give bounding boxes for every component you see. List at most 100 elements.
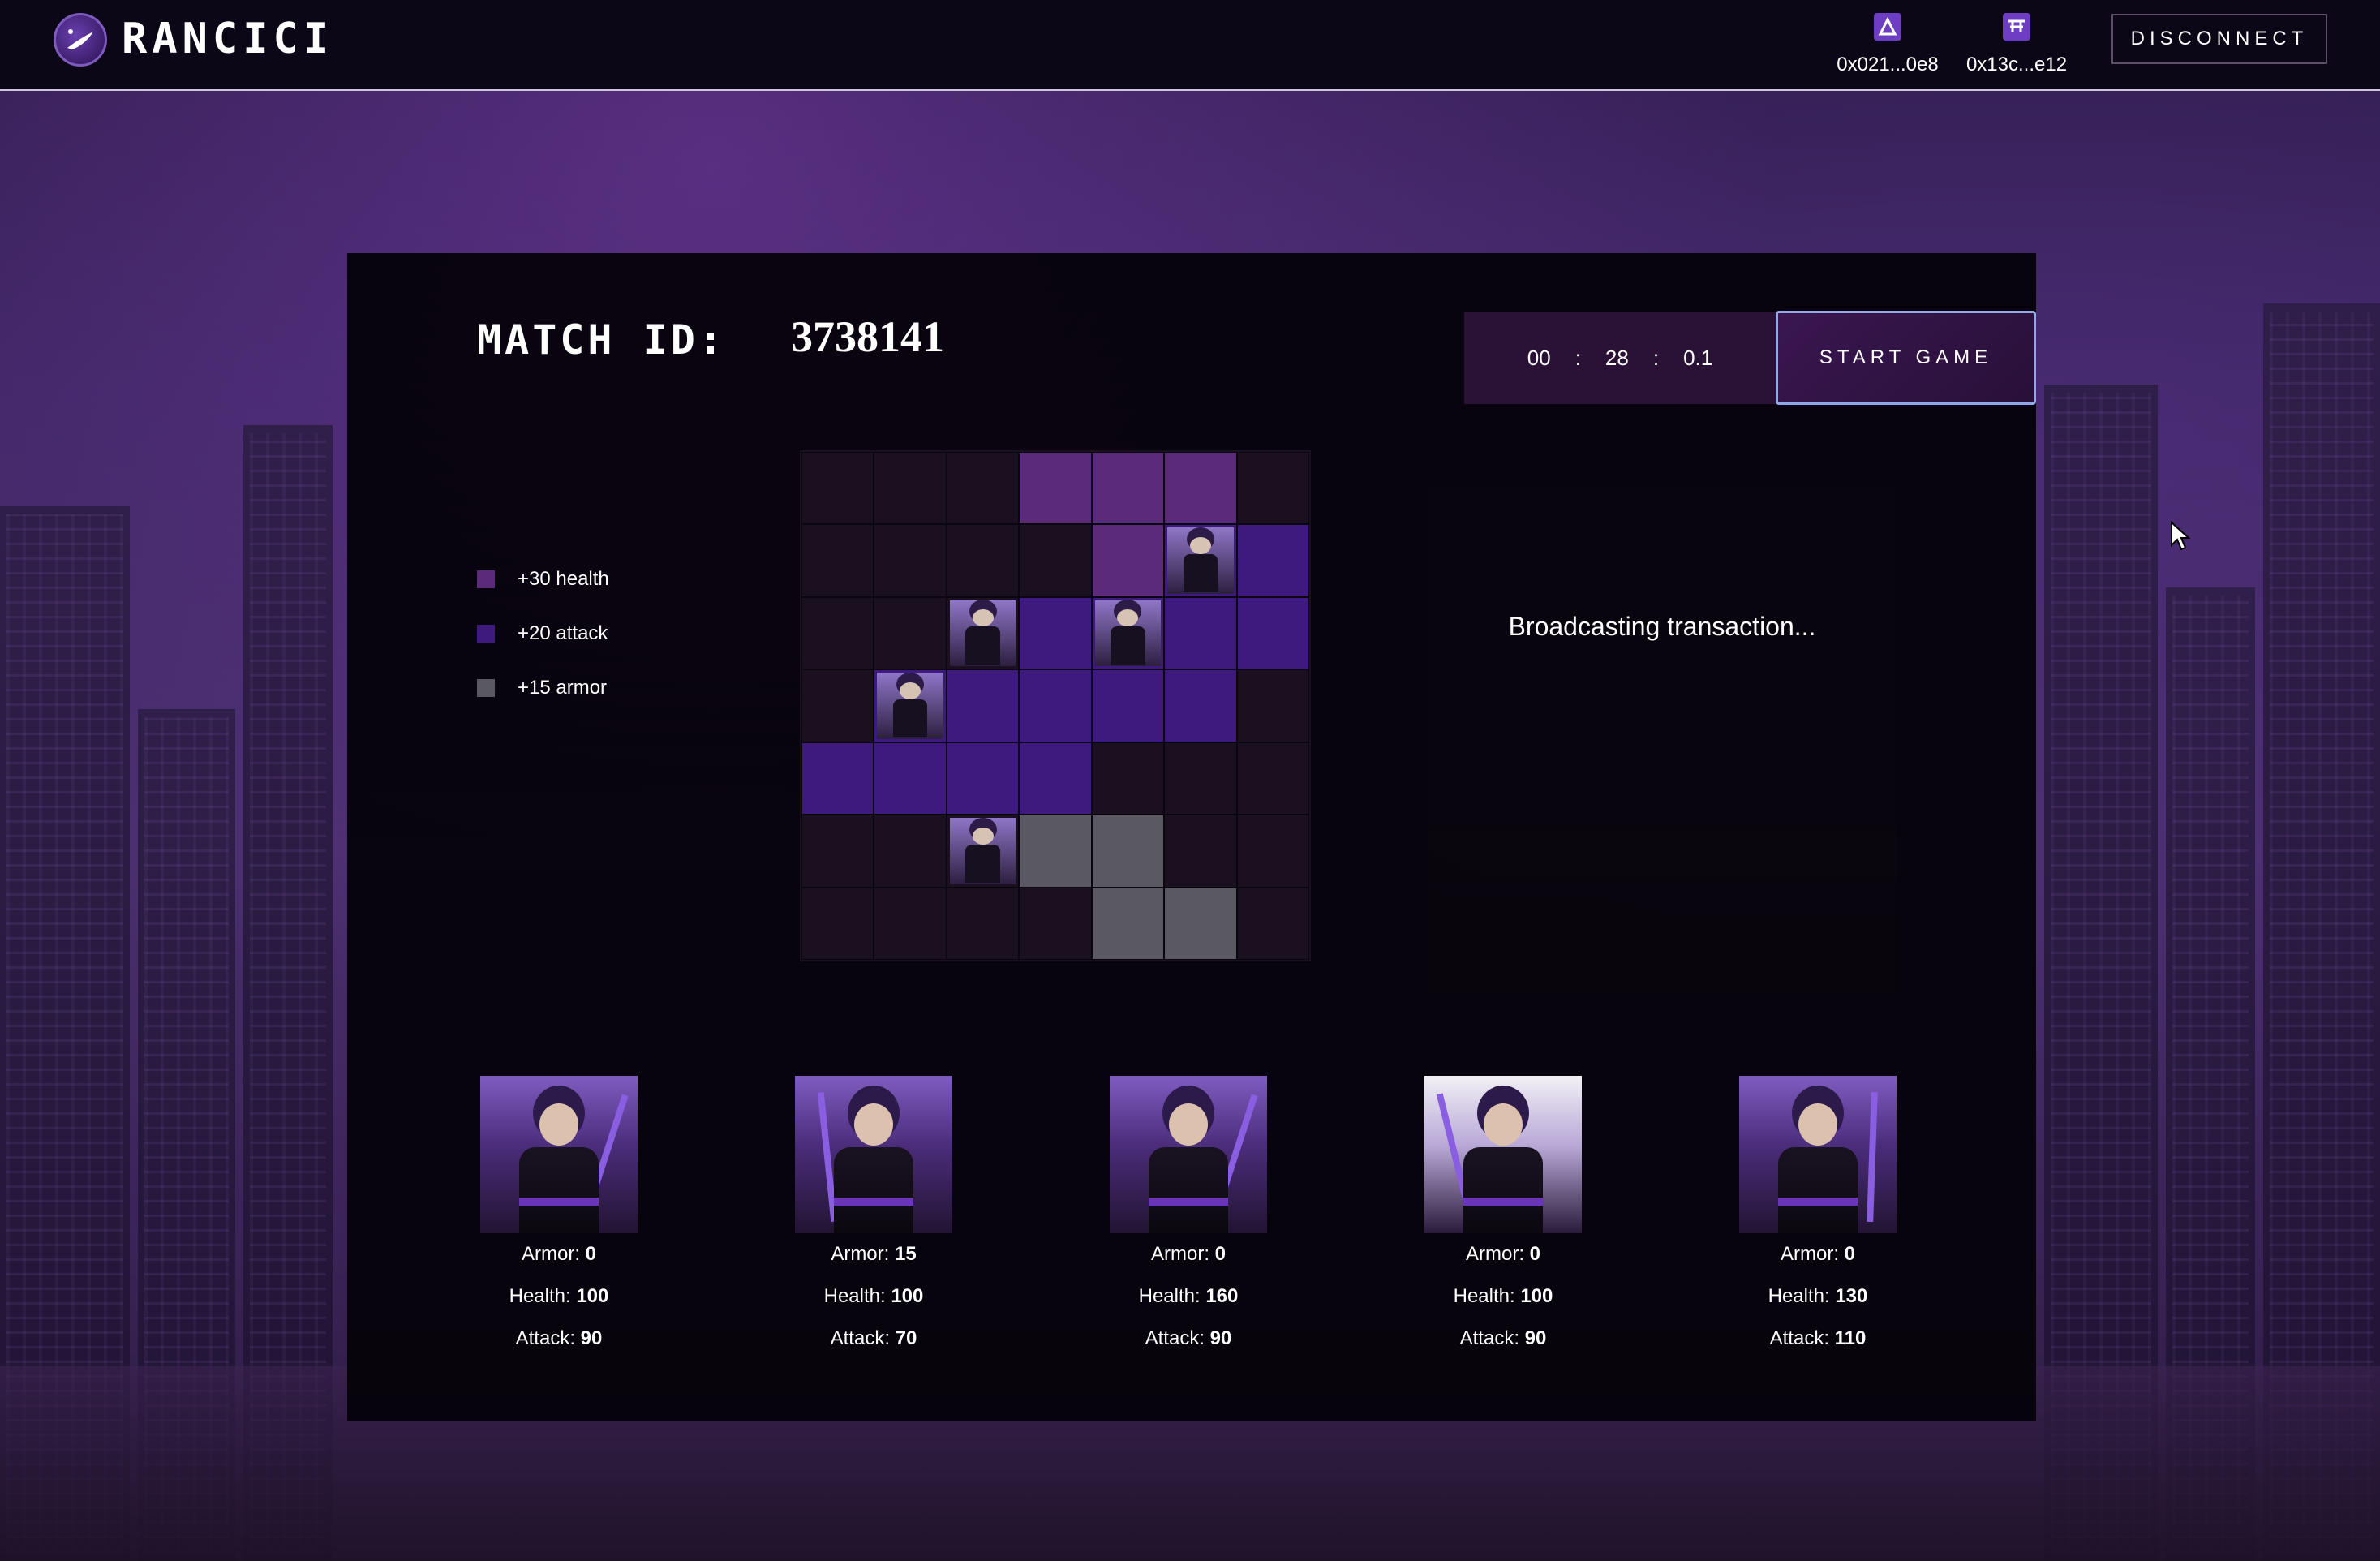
attack-stat: Attack: 110 [1769,1327,1867,1349]
disconnect-button[interactable]: DISCONNECT [2111,14,2327,64]
wallet-address: 0x021...0e8 [1837,54,1939,75]
character-card[interactable]: Armor: 15 Health: 100 Attack: 70 [795,1076,952,1360]
attack-stat: Attack: 70 [830,1327,917,1349]
board-cell-attack[interactable] [1019,596,1092,670]
character-card[interactable]: Armor: 0 Health: 130 Attack: 110 [1739,1076,1897,1360]
board-cell-empty[interactable] [1091,742,1165,815]
board-cell-empty[interactable] [874,815,947,888]
board-cell-armor[interactable] [1164,887,1237,960]
health-swatch [477,570,495,588]
board-cell-attack[interactable] [1091,596,1165,670]
board-cell-empty[interactable] [1236,669,1309,742]
board-cell-empty[interactable] [1019,524,1092,597]
character-card[interactable]: Armor: 0 Health: 160 Attack: 90 [1110,1076,1267,1360]
board-cell-armor[interactable] [1091,887,1165,960]
board-cell-empty[interactable] [801,524,874,597]
board-cell-attack[interactable] [1164,524,1237,597]
character-card[interactable]: Armor: 0 Health: 100 Attack: 90 [1424,1076,1582,1360]
board-cell-empty[interactable] [874,452,947,525]
board-cell-empty[interactable] [1164,742,1237,815]
transaction-status: Broadcasting transaction... [1508,612,1816,641]
app-name[interactable]: RANCICI [122,15,333,63]
timer-minutes: 28 [1605,345,1629,370]
health-stat: Health: 130 [1768,1285,1868,1307]
board-cell-empty[interactable] [946,596,1020,670]
board-cell-attack[interactable] [1019,742,1092,815]
top-bar: RANCICI 0x021...0e8 0x13c...e12 DISCONNE… [0,0,2380,91]
board-cell-attack[interactable] [874,669,947,742]
board-cell-attack[interactable] [1019,669,1092,742]
board-cell-health[interactable] [1091,524,1165,597]
board-cell-empty[interactable] [946,815,1020,888]
token-icon [2003,13,2030,41]
board-cell-health[interactable] [1019,452,1092,525]
timer-separator: : [1652,345,1660,370]
character-piece[interactable] [1167,527,1234,594]
character-piece[interactable] [1094,600,1162,667]
character-portrait[interactable] [480,1076,638,1233]
board-cell-attack[interactable] [1236,596,1309,670]
board-cell-empty[interactable] [801,815,874,888]
board-cell-empty[interactable] [874,524,947,597]
character-portrait[interactable] [795,1076,952,1233]
board-cell-empty[interactable] [1164,815,1237,888]
health-stat: Health: 100 [1453,1285,1553,1307]
board-cell-empty[interactable] [1236,452,1309,525]
board-cell-attack[interactable] [1091,669,1165,742]
character-piece[interactable] [949,818,1016,884]
board-cell-empty[interactable] [1019,887,1092,960]
character-piece[interactable] [877,673,943,739]
app-logo-icon[interactable] [54,13,107,67]
board-cell-empty[interactable] [874,887,947,960]
timer-separator: : [1574,345,1581,370]
board-cell-attack[interactable] [874,742,947,815]
board-cell-attack[interactable] [946,669,1020,742]
board-cell-attack[interactable] [801,742,874,815]
board-cell-health[interactable] [1091,452,1165,525]
board-legend: +30 health +20 attack +15 armor [477,565,609,729]
board-cell-attack[interactable] [946,742,1020,815]
character-piece[interactable] [949,600,1016,667]
attack-value: 70 [895,1327,917,1349]
character-portrait[interactable] [1424,1076,1582,1233]
legend-armor: +15 armor [477,674,609,702]
legend-attack: +20 attack [477,620,609,647]
board-cell-empty[interactable] [946,452,1020,525]
character-portrait[interactable] [1739,1076,1897,1233]
armor-value: 0 [1529,1243,1541,1265]
health-value: 100 [1520,1285,1553,1307]
board-cell-attack[interactable] [1164,596,1237,670]
health-stat: Health: 100 [509,1285,609,1307]
match-id-value: 3738141 [791,312,944,361]
board-cell-empty[interactable] [946,524,1020,597]
wallet-arbitrum[interactable]: 0x021...0e8 [1835,13,1940,76]
armor-swatch [477,679,495,697]
board-cell-empty[interactable] [946,887,1020,960]
board-cell-empty[interactable] [801,887,874,960]
board-cell-empty[interactable] [801,669,874,742]
armor-stat: Armor: 0 [1780,1243,1856,1265]
start-game-button[interactable]: START GAME [1776,311,2036,405]
board-cell-empty[interactable] [1236,815,1309,888]
attack-stat: Attack: 90 [1459,1327,1547,1349]
character-portrait[interactable] [1110,1076,1267,1233]
board-cell-health[interactable] [1164,452,1237,525]
timer-seconds: 0.1 [1683,345,1713,370]
health-stat: Health: 160 [1138,1285,1239,1307]
board-cell-attack[interactable] [1236,524,1309,597]
board-cell-empty[interactable] [801,596,874,670]
board-cell-armor[interactable] [1091,815,1165,888]
armor-stat: Armor: 0 [1465,1243,1541,1265]
attack-stat: Attack: 90 [515,1327,603,1349]
attack-value: 90 [580,1327,603,1349]
board-cell-attack[interactable] [1164,669,1237,742]
character-card[interactable]: Armor: 0 Health: 100 Attack: 90 [480,1076,638,1360]
board-cell-empty[interactable] [1236,887,1309,960]
board-cell-empty[interactable] [801,452,874,525]
wallet-token[interactable]: 0x13c...e12 [1964,13,2069,76]
health-value: 130 [1835,1285,1868,1307]
board-cell-empty[interactable] [1236,742,1309,815]
board-cell-empty[interactable] [874,596,947,670]
board-cell-armor[interactable] [1019,815,1092,888]
armor-value: 0 [1214,1243,1227,1265]
